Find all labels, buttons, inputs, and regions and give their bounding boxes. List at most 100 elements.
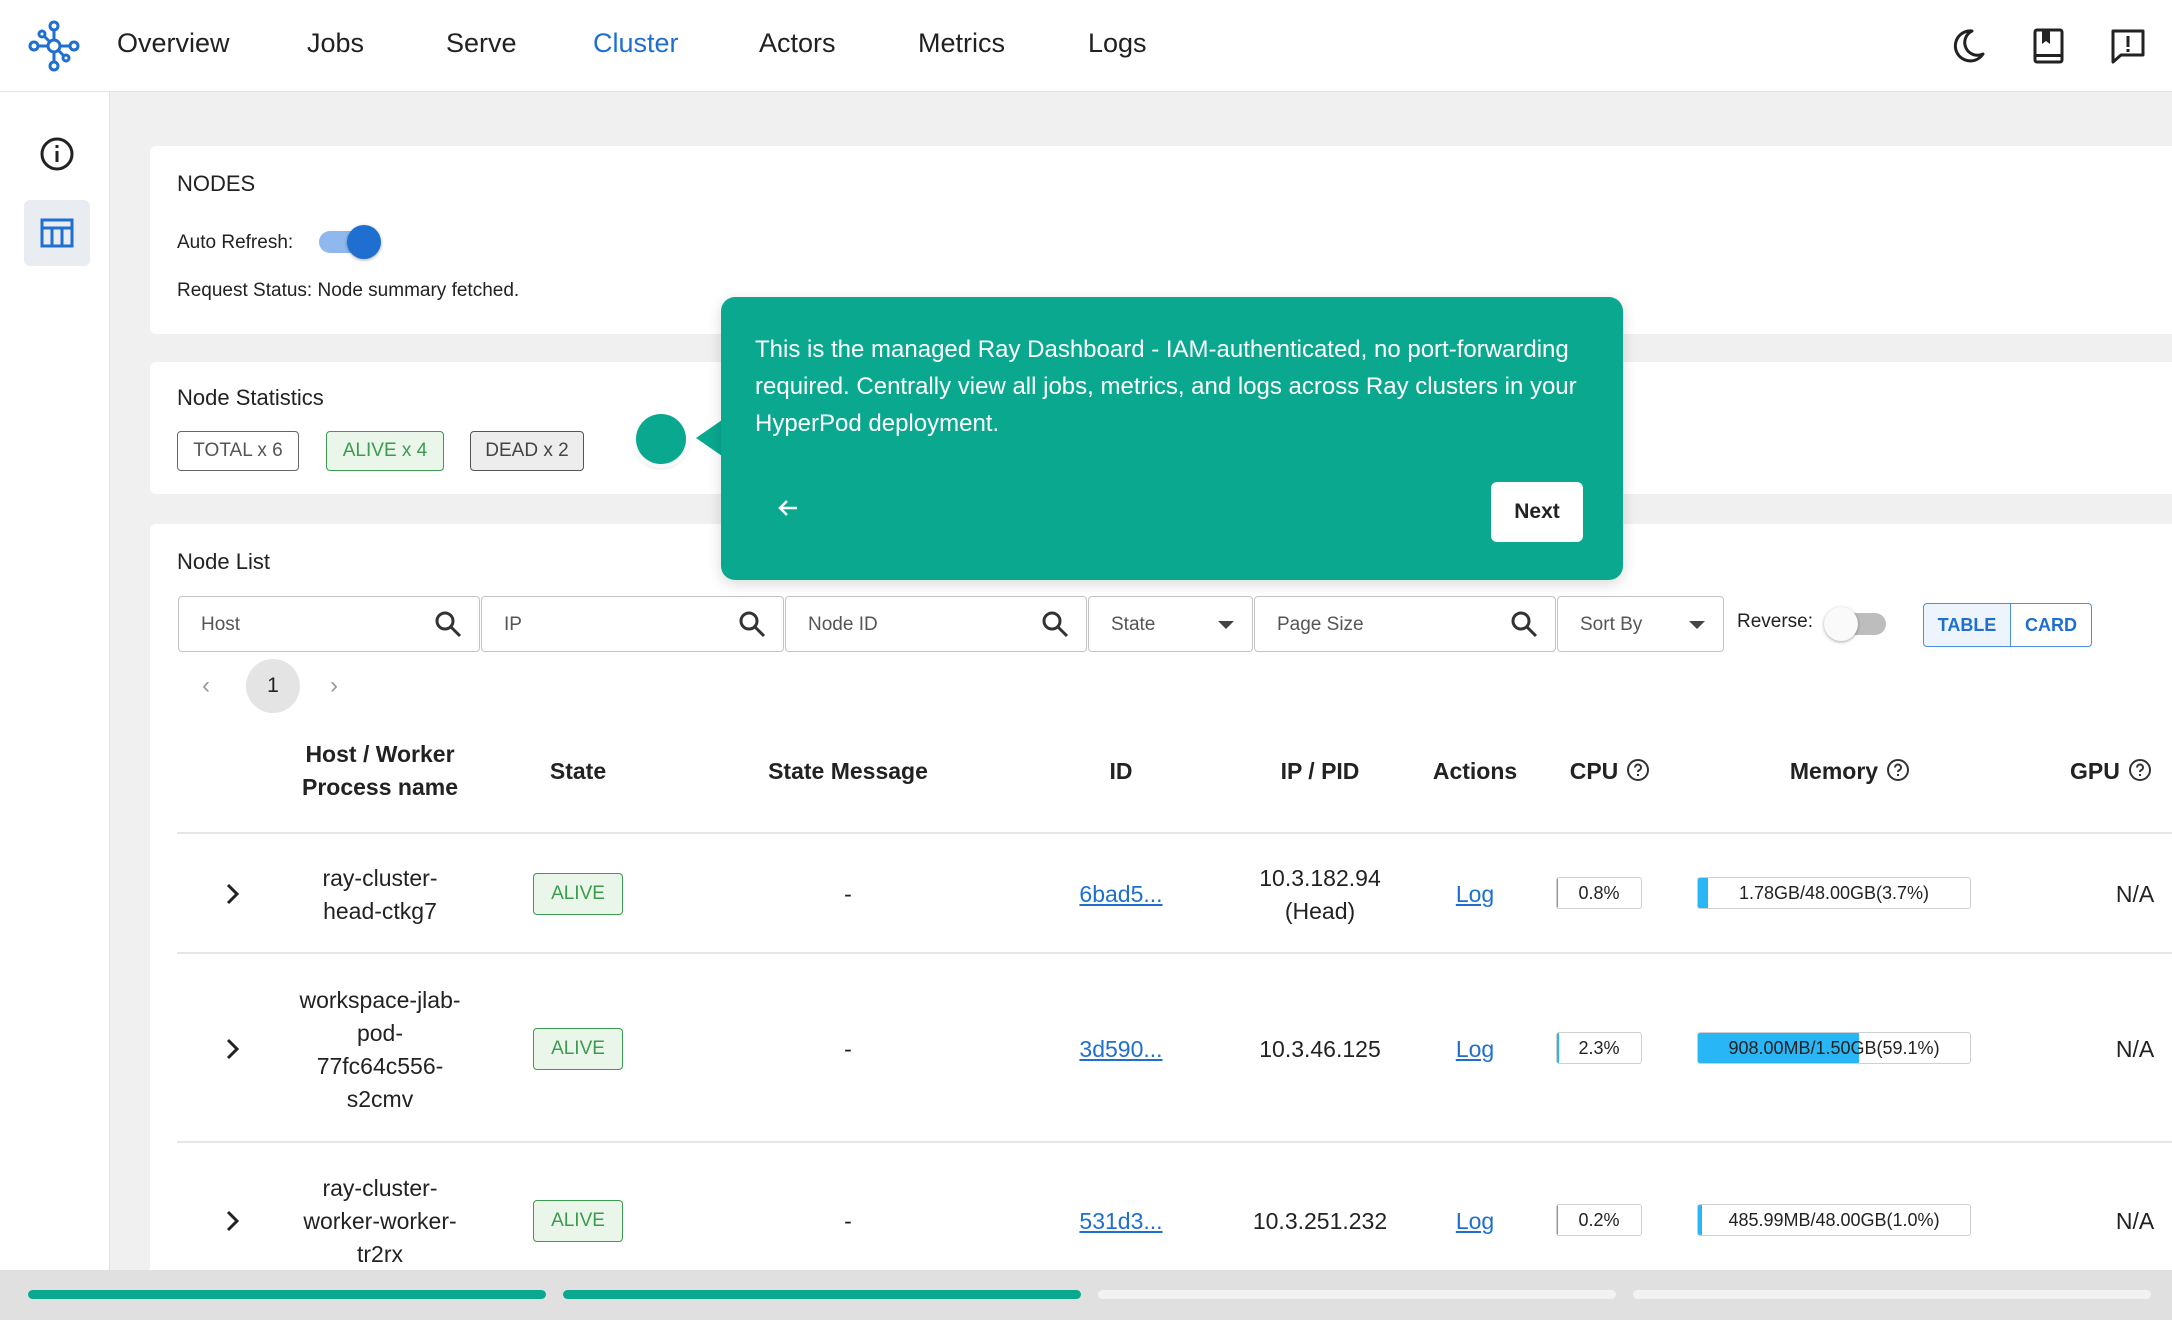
- info-button[interactable]: [24, 121, 90, 187]
- node-id-link[interactable]: 3d590...: [1046, 1033, 1196, 1066]
- help-icon[interactable]: [1626, 758, 1650, 782]
- page-number-1[interactable]: 1: [246, 659, 300, 713]
- book-icon[interactable]: [2026, 24, 2070, 68]
- nav-jobs[interactable]: Jobs: [307, 28, 364, 59]
- request-status: Request Status: Node summary fetched.: [177, 280, 520, 301]
- gpu-value: N/A: [2115, 881, 2155, 907]
- card-view-tab[interactable]: CARD: [2010, 603, 2092, 647]
- tour-progress-segment-4: [1633, 1290, 2151, 1299]
- memory-usage-text: 485.99MB/48.00GB(1.0%): [1728, 1209, 1940, 1230]
- host-name-line: s2cmv: [346, 1086, 414, 1112]
- ip-line: 10.3.251.232: [1252, 1208, 1388, 1234]
- total-chip[interactable]: TOTAL x 6: [177, 431, 299, 471]
- main-content: NODES Auto Refresh: Request Status: Node…: [110, 92, 2172, 1320]
- node-statistics-title: Node Statistics: [177, 385, 324, 410]
- sort-by-label: Sort By: [1580, 614, 1643, 635]
- memory-usage-text: 1.78GB/48.00GB(3.7%): [1738, 882, 1930, 903]
- moon-icon[interactable]: [1946, 24, 1990, 68]
- toggle-knob: [347, 225, 381, 259]
- nav-metrics[interactable]: Metrics: [918, 28, 1005, 59]
- host-name-line: worker-worker-: [303, 1208, 457, 1234]
- sort-by-select[interactable]: Sort By: [1557, 596, 1724, 652]
- row-divider: [177, 1141, 2172, 1143]
- state-badge: ALIVE: [533, 1028, 623, 1070]
- ip-pid: 10.3.46.125: [1220, 1033, 1420, 1066]
- search-icon: [1042, 611, 1069, 638]
- ip-filter-input[interactable]: IP: [481, 596, 784, 652]
- state-badge: ALIVE: [533, 873, 623, 915]
- state-badge: ALIVE: [533, 1200, 623, 1242]
- node-id-link[interactable]: 531d3...: [1046, 1205, 1196, 1238]
- nav-overview[interactable]: Overview: [117, 28, 230, 59]
- cpu-usage-bar: 0.8%: [1556, 877, 1642, 909]
- chevron-right-icon[interactable]: [218, 1035, 246, 1063]
- dropdown-caret-icon: [1218, 621, 1234, 629]
- cpu-usage-bar: 2.3%: [1556, 1032, 1642, 1064]
- host-name-line: workspace-jlab-: [299, 987, 461, 1013]
- host-name-line: head-ctkg7: [323, 898, 437, 924]
- col-cpu-label: CPU: [1569, 758, 1619, 784]
- nav-actors[interactable]: Actors: [759, 28, 836, 59]
- log-link[interactable]: Log: [1415, 1033, 1535, 1066]
- help-icon[interactable]: [1886, 758, 1910, 782]
- tour-progress-segment-2: [563, 1290, 1081, 1299]
- cpu-usage-text: 0.8%: [1578, 882, 1620, 903]
- next-page-icon[interactable]: ›: [330, 672, 338, 700]
- nodes-title: NODES: [177, 171, 256, 196]
- ray-logo-icon[interactable]: [26, 18, 82, 74]
- state-select[interactable]: State: [1088, 596, 1253, 652]
- tour-message: This is the managed Ray Dashboard - IAM-…: [755, 336, 1577, 437]
- ip-line: 10.3.182.94: [1259, 865, 1381, 891]
- nav-logs[interactable]: Logs: [1088, 28, 1147, 59]
- memory-usage-bar: 485.99MB/48.00GB(1.0%): [1697, 1204, 1971, 1236]
- prev-page-icon[interactable]: ‹: [202, 672, 210, 700]
- table-view-tab[interactable]: TABLE: [1923, 603, 2011, 647]
- tour-next-button[interactable]: Next: [1491, 482, 1583, 542]
- nav-serve[interactable]: Serve: [446, 28, 517, 59]
- tour-progress-segment-1: [28, 1290, 546, 1299]
- reverse-toggle[interactable]: [1824, 606, 1888, 642]
- state-select-label: State: [1111, 614, 1156, 635]
- col-memory-label: Memory: [1789, 758, 1879, 784]
- state-message: -: [844, 881, 852, 907]
- host-name: ray-cluster- head-ctkg7: [280, 862, 480, 928]
- cpu-usage-text: 0.2%: [1578, 1209, 1620, 1230]
- host-name: workspace-jlab- pod- 77fc64c556- s2cmv: [270, 984, 490, 1116]
- tour-pointer: [696, 420, 722, 456]
- row-divider: [177, 952, 2172, 954]
- dropdown-caret-icon: [1689, 621, 1705, 629]
- col-gpu: GPU: [2070, 755, 2172, 788]
- host-name-line: tr2rx: [357, 1241, 403, 1267]
- page-size-input[interactable]: Page Size: [1254, 596, 1556, 652]
- auto-refresh-toggle[interactable]: [317, 224, 381, 260]
- memory-usage-text: 908.00MB/1.50GB(59.1%): [1728, 1037, 1940, 1058]
- nav-cluster[interactable]: Cluster: [593, 28, 679, 59]
- ip-line: (Head): [1284, 898, 1356, 924]
- host-name-line: ray-cluster-: [322, 865, 438, 891]
- chevron-right-icon[interactable]: [218, 880, 246, 908]
- dead-chip[interactable]: DEAD x 2: [470, 431, 584, 471]
- host-filter-input[interactable]: Host: [178, 596, 480, 652]
- node-list-title: Node List: [177, 549, 270, 574]
- chevron-right-icon[interactable]: [218, 1207, 246, 1235]
- tour-beacon[interactable]: [636, 414, 686, 464]
- feedback-icon[interactable]: [2106, 24, 2150, 68]
- help-icon[interactable]: [2128, 758, 2152, 782]
- log-link[interactable]: Log: [1415, 1205, 1535, 1238]
- node-id-filter-input[interactable]: Node ID: [785, 596, 1087, 652]
- side-rail: [0, 92, 110, 1320]
- col-host-line1: Host / Worker: [305, 741, 455, 767]
- gpu-value: N/A: [2115, 1208, 2155, 1234]
- ip-pid: 10.3.182.94 (Head): [1220, 862, 1420, 928]
- col-state: State: [549, 758, 607, 784]
- alive-chip[interactable]: ALIVE x 4: [326, 431, 444, 471]
- back-arrow-icon[interactable]: [773, 493, 803, 523]
- log-link[interactable]: Log: [1415, 878, 1535, 911]
- ip-pid: 10.3.251.232: [1220, 1205, 1420, 1238]
- node-id-link[interactable]: 6bad5...: [1046, 878, 1196, 911]
- top-nav-bar: Overview Jobs Serve Cluster Actors Metri…: [0, 0, 2172, 92]
- search-icon: [739, 611, 766, 638]
- col-cpu: CPU: [1540, 755, 1680, 788]
- ip-line: 10.3.46.125: [1259, 1036, 1381, 1062]
- table-view-button[interactable]: [24, 200, 90, 266]
